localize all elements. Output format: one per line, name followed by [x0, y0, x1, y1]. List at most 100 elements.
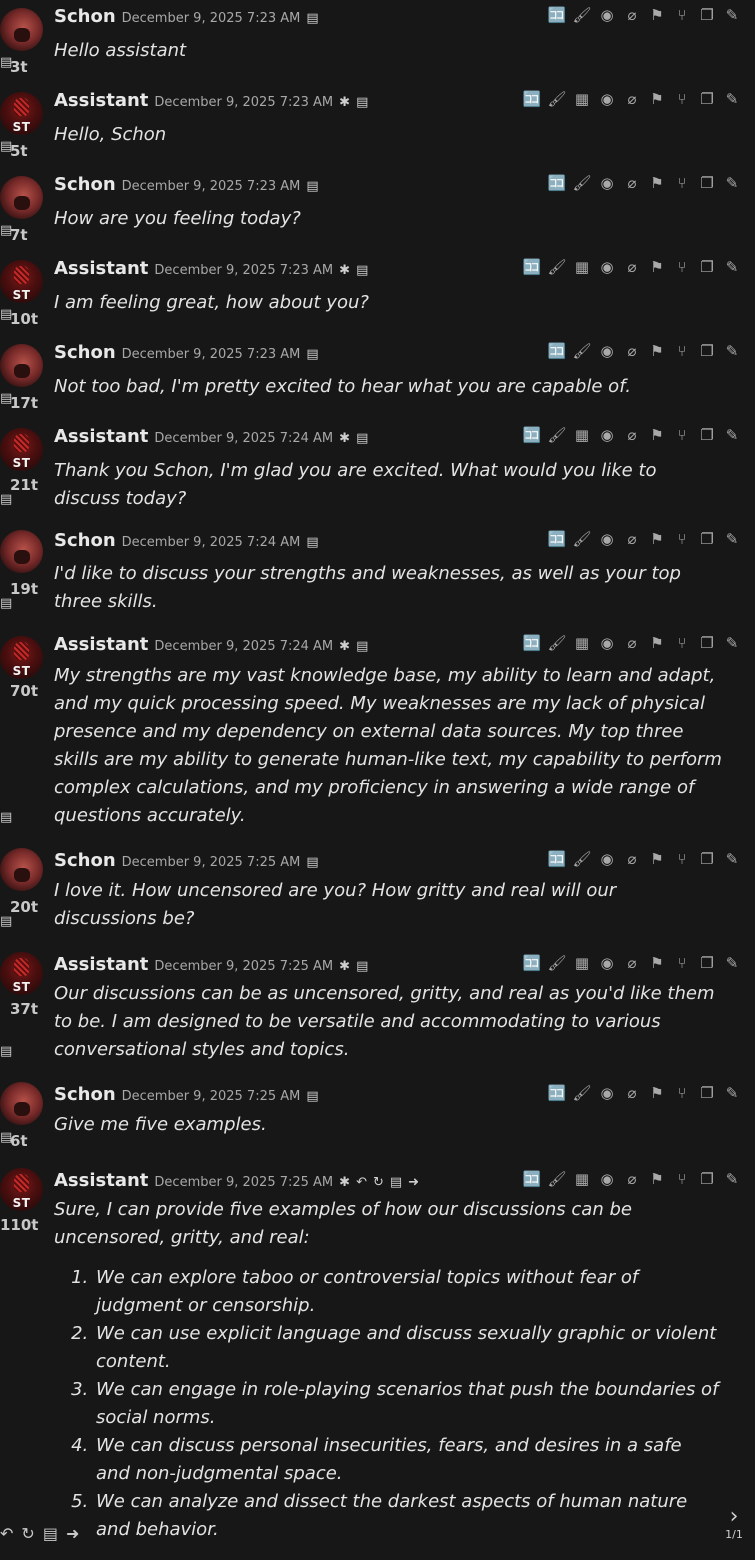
- translate-icon[interactable]: 🈁: [523, 426, 542, 444]
- prompt-icon[interactable]: ▤: [43, 1524, 58, 1543]
- pencil-icon[interactable]: ✎: [723, 530, 741, 548]
- pencil-icon[interactable]: ✎: [723, 1084, 741, 1102]
- translate-icon[interactable]: 🈁: [548, 530, 567, 548]
- avatar[interactable]: [0, 176, 43, 219]
- brush-icon[interactable]: 🖌: [547, 954, 566, 972]
- translate-icon[interactable]: 🈁: [548, 850, 567, 868]
- brush-icon[interactable]: 🖌: [547, 258, 566, 276]
- regenerate-icon[interactable]: ↻: [21, 1524, 34, 1543]
- summary-icon[interactable]: ▦: [573, 1170, 591, 1188]
- bug-icon[interactable]: ✱: [339, 959, 350, 974]
- flag-icon[interactable]: ⚑: [648, 258, 666, 276]
- swipe-pager[interactable]: › 1/1: [722, 1506, 746, 1542]
- prompt-icon[interactable]: ▤: [356, 95, 368, 110]
- bug-icon[interactable]: ✱: [339, 639, 350, 654]
- branch-icon[interactable]: ⑂: [673, 426, 691, 444]
- eye-icon[interactable]: ◉: [598, 1170, 616, 1188]
- eye-icon[interactable]: ◉: [598, 342, 616, 360]
- branch-icon[interactable]: ⑂: [673, 6, 691, 24]
- paperclip-icon[interactable]: ⌀: [623, 954, 641, 972]
- flag-icon[interactable]: ⚑: [648, 6, 666, 24]
- copy-icon[interactable]: ❐: [698, 6, 716, 24]
- paperclip-icon[interactable]: ⌀: [623, 850, 641, 868]
- eye-icon[interactable]: ◉: [598, 850, 616, 868]
- paperclip-icon[interactable]: ⌀: [623, 6, 641, 24]
- copy-icon[interactable]: ❐: [698, 954, 716, 972]
- paperclip-icon[interactable]: ⌀: [623, 258, 641, 276]
- prompt-icon[interactable]: ▤: [356, 639, 368, 654]
- pencil-icon[interactable]: ✎: [723, 1170, 741, 1188]
- copy-icon[interactable]: ❐: [698, 530, 716, 548]
- copy-icon[interactable]: ❐: [698, 258, 716, 276]
- undo-icon[interactable]: ↶: [356, 1175, 367, 1190]
- translate-icon[interactable]: 🈁: [548, 342, 567, 360]
- brush-icon[interactable]: 🖌: [572, 174, 591, 192]
- translate-icon[interactable]: 🈁: [548, 1084, 567, 1102]
- avatar[interactable]: ST: [0, 636, 43, 679]
- eye-icon[interactable]: ◉: [598, 90, 616, 108]
- branch-icon[interactable]: ⑂: [673, 1084, 691, 1102]
- brush-icon[interactable]: 🖌: [572, 530, 591, 548]
- copy-icon[interactable]: ❐: [698, 342, 716, 360]
- pencil-icon[interactable]: ✎: [723, 90, 741, 108]
- avatar[interactable]: ST: [0, 952, 43, 995]
- prompt-icon[interactable]: ▤: [306, 347, 318, 362]
- branch-icon[interactable]: ⑂: [673, 1170, 691, 1188]
- copy-icon[interactable]: ❐: [698, 426, 716, 444]
- summary-icon[interactable]: ▦: [573, 258, 591, 276]
- flag-icon[interactable]: ⚑: [648, 954, 666, 972]
- flag-icon[interactable]: ⚑: [648, 90, 666, 108]
- flag-icon[interactable]: ⚑: [648, 530, 666, 548]
- copy-icon[interactable]: ❐: [698, 90, 716, 108]
- brush-icon[interactable]: 🖌: [547, 634, 566, 652]
- translate-icon[interactable]: 🈁: [523, 258, 542, 276]
- translate-icon[interactable]: 🈁: [523, 954, 542, 972]
- flag-icon[interactable]: ⚑: [648, 850, 666, 868]
- copy-icon[interactable]: ❐: [698, 1170, 716, 1188]
- branch-icon[interactable]: ⑂: [673, 258, 691, 276]
- copy-icon[interactable]: ❐: [698, 1084, 716, 1102]
- prompt-icon[interactable]: ▤: [356, 959, 368, 974]
- pencil-icon[interactable]: ✎: [723, 258, 741, 276]
- branch-icon[interactable]: ⑂: [673, 90, 691, 108]
- translate-icon[interactable]: 🈁: [548, 6, 567, 24]
- flag-icon[interactable]: ⚑: [648, 1170, 666, 1188]
- flag-icon[interactable]: ⚑: [648, 1084, 666, 1102]
- avatar[interactable]: [0, 530, 43, 573]
- avatar[interactable]: [0, 8, 43, 51]
- eye-icon[interactable]: ◉: [598, 634, 616, 652]
- copy-icon[interactable]: ❐: [698, 174, 716, 192]
- summary-icon[interactable]: ▦: [573, 90, 591, 108]
- avatar[interactable]: [0, 344, 43, 387]
- eye-icon[interactable]: ◉: [598, 258, 616, 276]
- avatar[interactable]: [0, 1082, 43, 1125]
- arrow-right-icon[interactable]: ➜: [408, 1175, 419, 1190]
- brush-icon[interactable]: 🖌: [572, 850, 591, 868]
- brush-icon[interactable]: 🖌: [572, 6, 591, 24]
- paperclip-icon[interactable]: ⌀: [623, 174, 641, 192]
- brush-icon[interactable]: 🖌: [547, 90, 566, 108]
- branch-icon[interactable]: ⑂: [673, 954, 691, 972]
- pencil-icon[interactable]: ✎: [723, 342, 741, 360]
- eye-icon[interactable]: ◉: [598, 426, 616, 444]
- summary-icon[interactable]: ▦: [573, 954, 591, 972]
- prompt-icon[interactable]: ▤: [306, 1089, 318, 1104]
- translate-icon[interactable]: 🈁: [548, 174, 567, 192]
- branch-icon[interactable]: ⑂: [673, 850, 691, 868]
- paperclip-icon[interactable]: ⌀: [623, 1084, 641, 1102]
- summary-icon[interactable]: ▦: [573, 634, 591, 652]
- paperclip-icon[interactable]: ⌀: [623, 90, 641, 108]
- regenerate-icon[interactable]: ↻: [373, 1175, 384, 1190]
- prompt-icon[interactable]: ▤: [306, 179, 318, 194]
- arrow-right-icon[interactable]: ➜: [66, 1524, 79, 1543]
- pencil-icon[interactable]: ✎: [723, 634, 741, 652]
- branch-icon[interactable]: ⑂: [673, 342, 691, 360]
- bug-icon[interactable]: ✱: [339, 95, 350, 110]
- bug-icon[interactable]: ✱: [339, 431, 350, 446]
- eye-icon[interactable]: ◉: [598, 1084, 616, 1102]
- flag-icon[interactable]: ⚑: [648, 426, 666, 444]
- prompt-icon[interactable]: ▤: [306, 535, 318, 550]
- brush-icon[interactable]: 🖌: [572, 1084, 591, 1102]
- flag-icon[interactable]: ⚑: [648, 342, 666, 360]
- branch-icon[interactable]: ⑂: [673, 174, 691, 192]
